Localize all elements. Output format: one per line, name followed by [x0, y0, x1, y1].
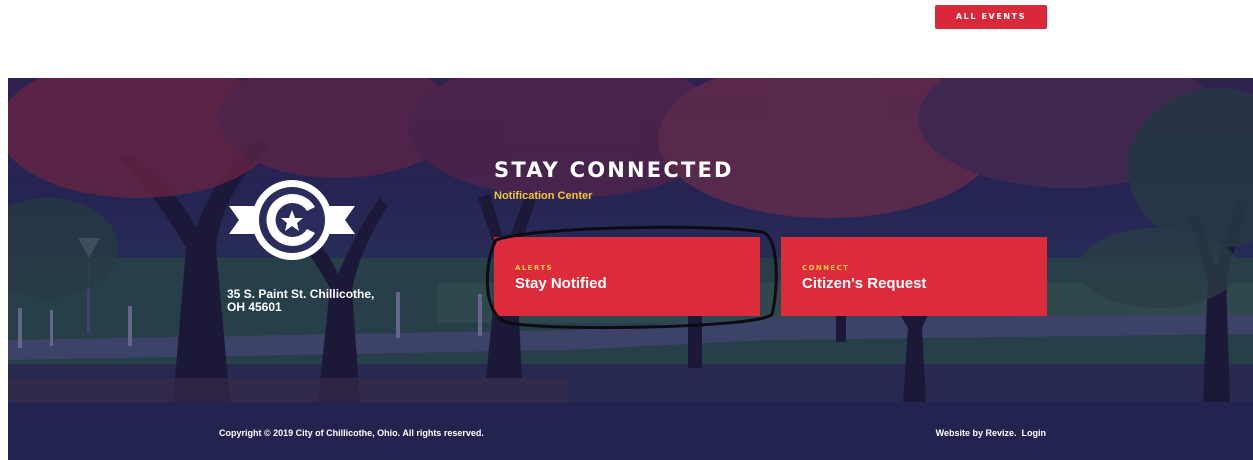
- copyright-text: Copyright © 2019 City of Chillicothe, Oh…: [219, 428, 484, 438]
- login-link[interactable]: Login: [1022, 428, 1047, 438]
- section-title: STAY CONNECTED: [494, 158, 734, 182]
- website-by-revize-link[interactable]: Website by Revize.: [936, 428, 1017, 438]
- footer: Copyright © 2019 City of Chillicothe, Oh…: [8, 402, 1253, 460]
- top-bar: ALL EVENTS: [0, 0, 1253, 78]
- card-kicker: ALERTS: [515, 264, 553, 272]
- footer-links: Website by Revize. Login: [936, 428, 1046, 438]
- citizens-request-card[interactable]: CONNECT Citizen's Request: [781, 237, 1047, 316]
- section-subtitle: Notification Center: [494, 190, 593, 202]
- address-line: OH 45601: [227, 300, 282, 314]
- all-events-button[interactable]: ALL EVENTS: [935, 5, 1047, 29]
- card-title: Citizen's Request: [802, 275, 927, 292]
- stay-connected-section: 35 S. Paint St. Chillicothe, OH 45601 ST…: [8, 78, 1253, 402]
- stay-notified-card[interactable]: ALERTS Stay Notified: [494, 237, 760, 316]
- card-title: Stay Notified: [515, 275, 607, 292]
- card-kicker: CONNECT: [802, 264, 850, 272]
- city-seal-logo-icon: [229, 180, 355, 260]
- address: 35 S. Paint St. Chillicothe, OH 45601: [227, 288, 387, 314]
